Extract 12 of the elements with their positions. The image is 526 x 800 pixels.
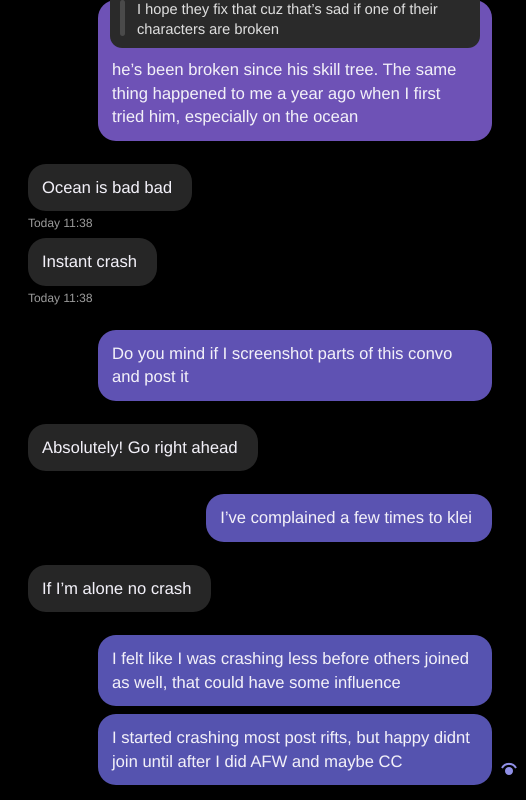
sent-message-bubble: I’ve complained a few times to klei [206, 494, 492, 542]
message-time: Today 11:38 [28, 290, 92, 304]
sent-message-bubble: I felt like I was crashing less before others joined as well, that could have some influence [98, 635, 492, 706]
message-time: Today 11:38 [28, 216, 92, 230]
received-message-bubble: If I’m alone no crash [28, 564, 212, 612]
received-message-bubble: Ocean is bad bad [28, 164, 192, 211]
sent-message-bubble: I started crashing most post rifts, but happy didnt join until after I did AFW and maybe CC [98, 714, 492, 785]
received-message-bubble: Absolutely! Go right ahead [28, 424, 258, 471]
quoted-text: I hope they fix that cuz that’s sad if one of their characters are broken [137, 1, 439, 40]
received-message-bubble: Instant crash [28, 238, 158, 286]
message-text: he’s been broken since his skill tree. The same thing happened to me a year ago when I first tried him, especially on the ocean [111, 59, 458, 128]
sent-message-bubble: Do you mind if I screenshot parts of this convo and post it [98, 330, 492, 400]
